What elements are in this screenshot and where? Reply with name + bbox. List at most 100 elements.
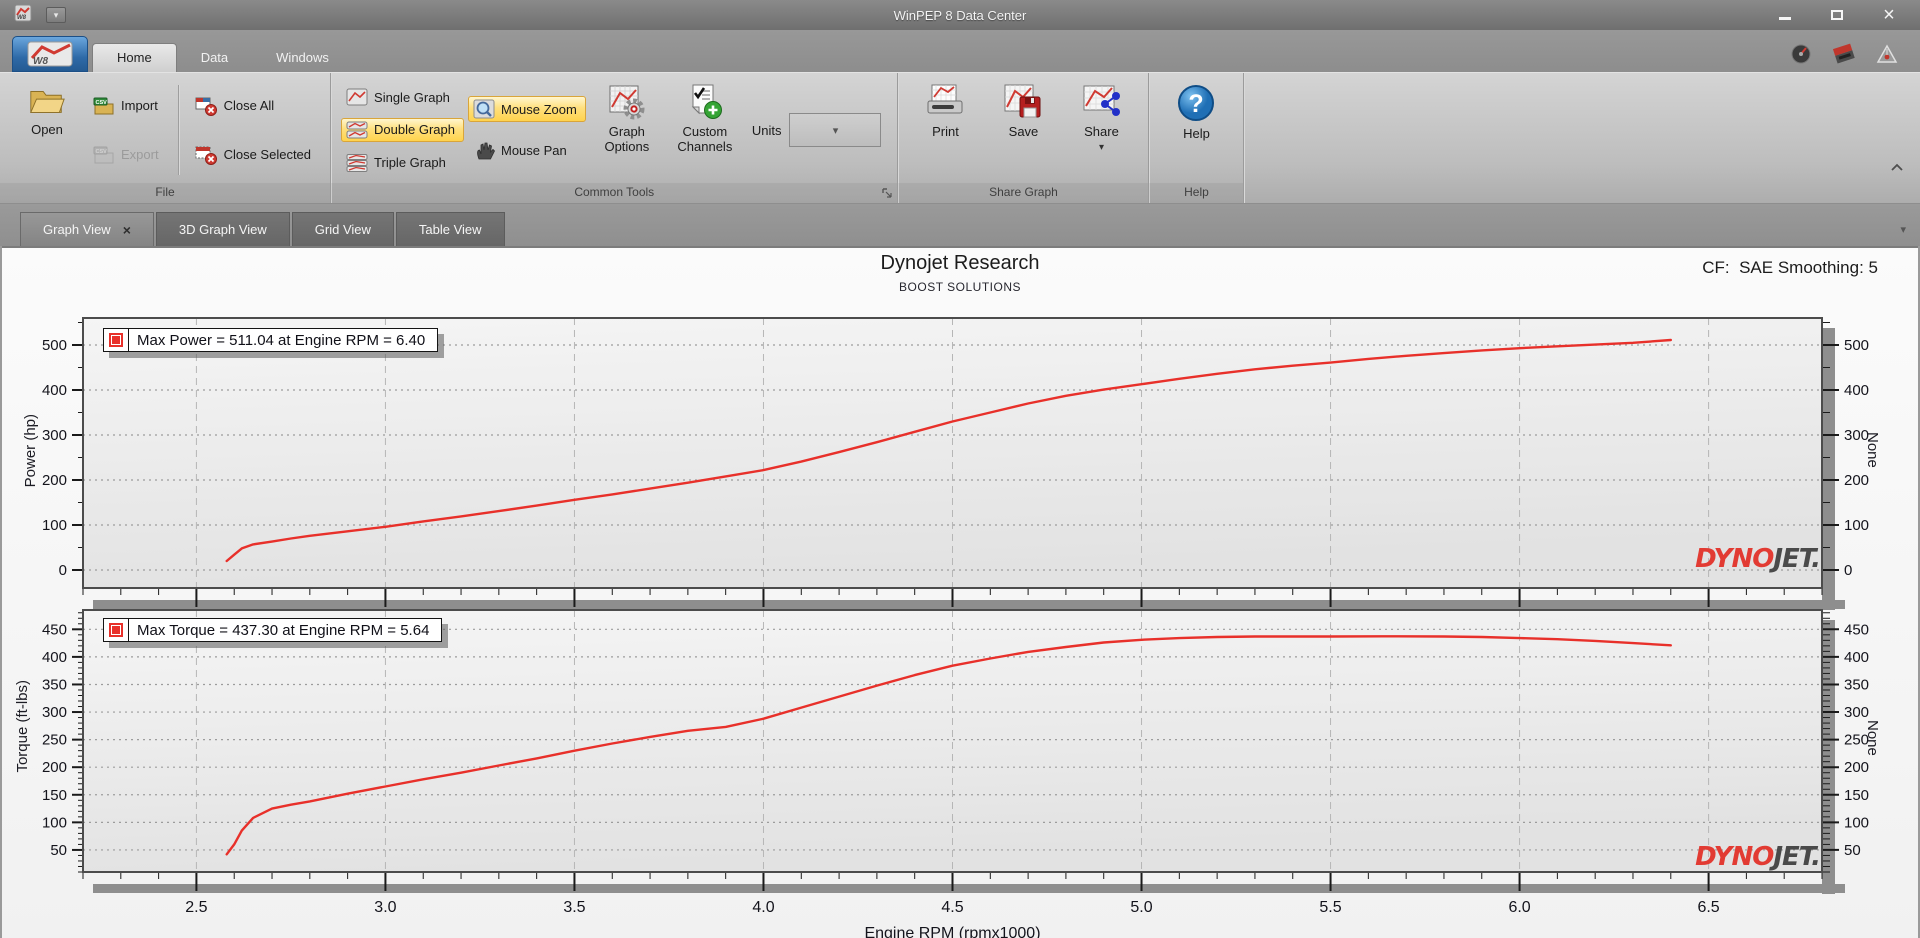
legend-swatch: [104, 329, 129, 351]
units-dropdown[interactable]: ▾: [789, 113, 882, 147]
help-label: Help: [1183, 126, 1210, 141]
open-button[interactable]: Open: [10, 79, 84, 181]
dyno-device-icon[interactable]: [1832, 42, 1856, 71]
svg-text:100: 100: [42, 517, 67, 534]
mouse-zoom-button[interactable]: Mouse Zoom: [467, 96, 586, 123]
svg-text:4.0: 4.0: [752, 899, 774, 916]
print-label: Print: [932, 124, 959, 139]
svg-text:2.5: 2.5: [185, 899, 207, 916]
svg-text:400: 400: [42, 382, 67, 399]
group-label-share-graph: Share Graph: [898, 183, 1149, 203]
collapse-ribbon-button[interactable]: [1890, 159, 1904, 177]
dialog-launcher-icon[interactable]: [882, 186, 893, 205]
close-selected-icon: [195, 146, 217, 165]
window-controls: ×: [1772, 0, 1910, 30]
svg-text:350: 350: [1844, 676, 1869, 693]
export-label: Export: [121, 147, 159, 162]
double-graph-button[interactable]: Double Graph: [341, 117, 464, 142]
legend-max-torque[interactable]: Max Torque = 437.30 at Engine RPM = 5.64: [103, 618, 443, 642]
svg-text:?: ?: [1189, 90, 1204, 118]
svg-text:250: 250: [42, 732, 67, 749]
import-label: Import: [121, 98, 158, 113]
help-icon: ?: [1178, 85, 1215, 121]
custom-channels-button[interactable]: Custom Channels: [668, 79, 742, 181]
svg-text:5.0: 5.0: [1130, 899, 1152, 916]
ribbon-group-share-graph: Print Save Share ▾ Share Graph: [898, 73, 1150, 203]
document-tab-strip: Graph View × 3D Graph View Grid View Tab…: [0, 204, 1920, 246]
group-divider: [177, 85, 179, 175]
svg-text:6.5: 6.5: [1697, 899, 1719, 916]
single-graph-button[interactable]: Single Graph: [341, 85, 464, 109]
dynojet-watermark-top: DYNOJET.: [1695, 544, 1821, 574]
tab-overflow-dropdown-icon[interactable]: ▾: [1900, 223, 1906, 236]
svg-text:0: 0: [59, 562, 67, 579]
tab-table-view-label: Table View: [418, 222, 482, 237]
export-button[interactable]: CSV Export: [88, 142, 168, 168]
tab-graph-view-label: Graph View: [43, 222, 111, 237]
import-button[interactable]: CSV Import: [88, 93, 168, 119]
share-icon: [1083, 85, 1121, 116]
custom-channels-icon: [691, 84, 722, 119]
legend-swatch: [104, 619, 129, 641]
tab-3d-graph-view[interactable]: 3D Graph View: [155, 212, 290, 246]
svg-text:W8: W8: [33, 56, 48, 67]
gauge-icon[interactable]: [1790, 43, 1812, 70]
graph-options-button[interactable]: Graph Options: [590, 79, 664, 181]
triple-graph-icon: [346, 153, 368, 172]
minimize-button[interactable]: [1772, 7, 1798, 24]
svg-text:500: 500: [1844, 337, 1869, 354]
svg-text:0: 0: [1844, 562, 1852, 579]
mouse-zoom-icon: [473, 99, 495, 119]
share-dropdown-icon: ▾: [1098, 141, 1104, 153]
svg-text:500: 500: [42, 337, 67, 354]
application-button[interactable]: W8: [12, 36, 88, 72]
x-axis-title: Engine RPM (rpmx1000): [864, 925, 1040, 938]
svg-text:300: 300: [1844, 704, 1869, 721]
svg-text:450: 450: [1844, 621, 1869, 638]
mouse-pan-button[interactable]: Mouse Pan: [468, 138, 586, 164]
svg-text:450: 450: [42, 621, 67, 638]
help-button[interactable]: ? Help: [1159, 79, 1233, 181]
svg-text:50: 50: [1844, 842, 1861, 859]
triangle-logo-icon[interactable]: [1876, 43, 1898, 70]
share-button[interactable]: Share ▾: [1064, 79, 1138, 181]
triple-graph-button[interactable]: Triple Graph: [341, 151, 464, 175]
ribbon-tab-home[interactable]: Home: [92, 43, 177, 72]
open-folder-icon: [30, 91, 65, 113]
custom-channels-label: Custom Channels: [677, 124, 733, 154]
print-button[interactable]: Print: [908, 79, 982, 181]
svg-text:CSV: CSV: [96, 149, 108, 155]
svg-text:150: 150: [1844, 787, 1869, 804]
maximize-button[interactable]: [1824, 7, 1850, 24]
close-selected-button[interactable]: Close Selected: [189, 141, 320, 169]
ribbon-group-common-tools: Single Graph Double Graph Triple Graph M…: [331, 73, 899, 205]
close-all-icon: [195, 97, 217, 116]
svg-text:4.5: 4.5: [941, 899, 963, 916]
winpep-logo-icon: W8: [27, 41, 73, 67]
svg-text:100: 100: [1844, 814, 1869, 831]
common-tools-label-text: Common Tools: [574, 185, 655, 199]
legend-max-power[interactable]: Max Power = 511.04 at Engine RPM = 6.40: [103, 328, 439, 352]
svg-text:100: 100: [1844, 517, 1869, 534]
group-label-file: File: [0, 183, 331, 203]
svg-text:300: 300: [42, 704, 67, 721]
svg-text:100: 100: [42, 814, 67, 831]
close-all-button[interactable]: Close All: [189, 92, 320, 120]
tab-grid-view[interactable]: Grid View: [291, 212, 394, 246]
graph-view-panel: Dynojet Research BOOST SOLUTIONS CF: SAE…: [0, 246, 1920, 938]
svg-text:150: 150: [42, 787, 67, 804]
graph-options-label: Graph Options: [604, 124, 650, 154]
share-label: Share: [1084, 124, 1119, 139]
chevron-down-icon: ▾: [832, 124, 839, 137]
svg-text:200: 200: [1844, 472, 1869, 489]
ribbon-tab-windows[interactable]: Windows: [252, 44, 353, 72]
mouse-zoom-label: Mouse Zoom: [500, 101, 577, 117]
tab-table-view[interactable]: Table View: [395, 212, 505, 246]
tab-graph-view[interactable]: Graph View ×: [20, 212, 154, 246]
svg-text:CSV: CSV: [96, 100, 108, 106]
svg-text:300: 300: [42, 427, 67, 444]
ribbon-tab-data[interactable]: Data: [177, 44, 252, 72]
save-button[interactable]: Save: [986, 79, 1060, 181]
close-button[interactable]: ×: [1876, 4, 1902, 27]
tab-close-icon[interactable]: ×: [123, 222, 131, 238]
